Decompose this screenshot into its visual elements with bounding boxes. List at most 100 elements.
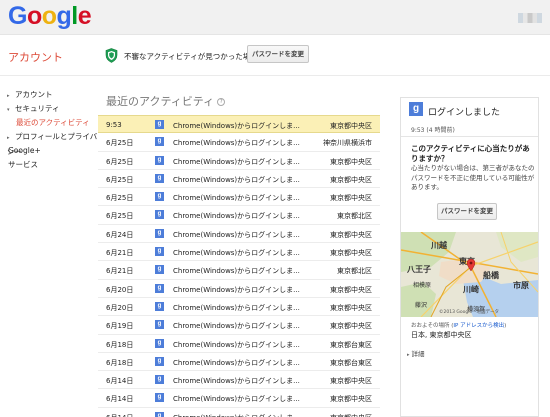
activity-location: 東京都台東区 (330, 340, 372, 349)
help-icon[interactable]: ? (217, 98, 226, 106)
activity-description: Chrome(Windows)からログインしま... (173, 322, 300, 331)
activity-location: 東京都中央区 (330, 377, 372, 386)
activity-description: Chrome(Windows)からログインしま... (173, 377, 300, 386)
activity-date: 6月20日 (106, 285, 134, 294)
map-pin-icon (467, 259, 475, 271)
activity-location: 東京都中央区 (330, 175, 372, 184)
sidebar-item-recent-activity[interactable]: 最近のアクティビティ (0, 116, 100, 130)
details-label: 詳細 (411, 350, 425, 358)
google-g-icon: g (155, 320, 164, 330)
table-row[interactable]: 6月25日 g Chrome(Windows)からログインしま... 東京都中央区 (98, 188, 380, 207)
activity-description: Chrome(Windows)からログインしま... (173, 212, 300, 221)
activity-detail-panel: g ログインしました 9:53 (4 時間前) このアクティビティに心当たりがあ… (400, 97, 539, 417)
table-row[interactable]: 6月24日 g Chrome(Windows)からログインしま... 東京都中央区 (98, 225, 380, 244)
activity-date: 6月24日 (106, 230, 134, 239)
google-g-icon: g (155, 192, 164, 202)
google-g-icon: g (155, 228, 164, 238)
activity-description: Chrome(Windows)からログインしま... (173, 303, 300, 312)
activity-table: 9:53 g Chrome(Windows)からログインしま... 東京都中央区 6月2… (98, 115, 380, 417)
activity-date: 6月25日 (106, 212, 134, 221)
activity-date: 6月21日 (106, 249, 134, 258)
sidebar-item-security[interactable]: ▾ セキュリティ (0, 102, 100, 116)
panel-time: 9:53 (4 時間前) (411, 127, 455, 134)
google-g-icon: g (155, 283, 164, 293)
table-row[interactable]: 6月25日 g Chrome(Windows)からログインしま... 神奈川県横浜市 (98, 133, 380, 152)
map-label: 市原 (513, 281, 529, 290)
google-g-icon: g (409, 102, 423, 116)
activity-location: 東京都中央区 (330, 194, 372, 203)
activity-description: Chrome(Windows)からログインしま... (173, 267, 300, 276)
activity-description: Chrome(Windows)からログインしま... (173, 175, 300, 184)
ip-address-link[interactable]: IP アドレスから検出 (453, 323, 504, 329)
approx-suffix: ) (504, 323, 507, 329)
location-map[interactable]: 川越 東京 八王子 船橋 市原 相模原 川崎 藤沢 横須賀 ©2013 Goog… (401, 232, 538, 317)
table-row[interactable]: 6月14日 g Chrome(Windows)からログインしま... 東京都中央区 (98, 371, 380, 390)
sidebar-item-profile-privacy[interactable]: ▸ プロフィールとプライバシー (0, 130, 100, 156)
change-password-button[interactable]: パスワードを変更 (247, 45, 309, 63)
table-row[interactable]: 6月18日 g Chrome(Windows)からログインしま... 東京都台東区 (98, 335, 380, 353)
table-row[interactable]: 6月14日 g Chrome(Windows)からログインしま... 東京都中央区 (98, 408, 380, 417)
table-row[interactable]: 6月21日 g Chrome(Windows)からログインしま... 東京都中央区 (98, 243, 380, 262)
chevron-down-icon: ▾ (7, 107, 10, 113)
activity-date: 6月19日 (106, 322, 134, 331)
section-title: 最近のアクティビティ? (106, 93, 226, 109)
table-row[interactable]: 6月20日 g Chrome(Windows)からログインしま... 東京都中央区 (98, 280, 380, 298)
table-row[interactable]: 6月14日 g Chrome(Windows)からログインしま... 東京都中央区 (98, 389, 380, 408)
question-body: 心当たりがない場合は、第三者があなたのパスワードを不正に使用している可能性があり… (411, 164, 535, 191)
table-row[interactable]: 6月21日 g Chrome(Windows)からログインしま... 東京都北区 (98, 261, 380, 280)
chevron-right-icon: ▸ (7, 93, 10, 99)
activity-location: 東京都北区 (337, 212, 372, 221)
activity-description: Chrome(Windows)からログインしま... (173, 413, 300, 417)
map-label: 川越 (431, 241, 447, 250)
divider (401, 136, 538, 137)
question-heading: このアクティビティに心当たりがありますか？ (411, 144, 530, 163)
google-g-icon: g (155, 301, 164, 311)
activity-date: 6月21日 (106, 267, 134, 276)
activity-location: 東京都中央区 (330, 285, 372, 294)
table-row[interactable]: 6月25日 g Chrome(Windows)からログインしま... 東京都中央区 (98, 170, 380, 189)
activity-description: Chrome(Windows)からログインしま... (173, 395, 300, 404)
table-row[interactable]: 6月20日 g Chrome(Windows)からログインしま... 東京都中央区 (98, 298, 380, 317)
logo-letter: G (8, 2, 27, 30)
google-g-icon: g (155, 120, 164, 129)
activity-location: 神奈川県横浜市 (323, 139, 372, 148)
chevron-right-icon: ▸ (7, 135, 10, 141)
sidebar-item-services[interactable]: サービス (0, 158, 100, 172)
map-copyright: ©2013 Google · 地図データ (439, 310, 500, 315)
change-password-button[interactable]: パスワードを変更 (437, 203, 497, 220)
sidebar-item-label: セキュリティ (15, 104, 60, 113)
activity-description: Chrome(Windows)からログインしま... (173, 285, 300, 294)
map-label: 川崎 (463, 285, 479, 294)
sidebar-item-google-plus[interactable]: Google+ (0, 144, 100, 158)
map-label: 八王子 (407, 265, 431, 274)
table-row[interactable]: 6月25日 g Chrome(Windows)からログインしま... 東京都中央区 (98, 152, 380, 170)
sidebar-nav: ▸ アカウント ▾ セキュリティ 最近のアクティビティ ▸ プロフィールとプライバシー… (0, 88, 100, 172)
activity-location: 東京都北区 (337, 267, 372, 276)
activity-date: 6月25日 (106, 194, 134, 203)
activity-date: 6月25日 (106, 175, 134, 184)
table-row[interactable]: 6月19日 g Chrome(Windows)からログインしま... 東京都中央区 (98, 316, 380, 335)
shield-icon (105, 48, 118, 63)
activity-location: 東京都中央区 (330, 322, 372, 331)
activity-date: 6月18日 (106, 358, 134, 367)
table-row[interactable]: 9:53 g Chrome(Windows)からログインしま... 東京都中央区 (98, 115, 380, 134)
logo-letter: e (77, 2, 92, 30)
profile-avatar[interactable] (518, 13, 542, 23)
activity-location: 東京都中央区 (330, 249, 372, 258)
details-toggle[interactable]: ▸ 詳細 (407, 348, 425, 358)
table-row[interactable]: 6月18日 g Chrome(Windows)からログインしま... 東京都台東区 (98, 353, 380, 372)
approx-location: おおよその場所 (IP アドレスから検出) (411, 321, 506, 329)
activity-location: 東京都中央区 (330, 303, 372, 312)
location-name: 日本, 東京都中央区 (411, 331, 472, 339)
google-g-icon: g (155, 265, 164, 275)
google-g-icon: g (155, 338, 164, 348)
table-row[interactable]: 6月25日 g Chrome(Windows)からログインしま... 東京都北区 (98, 206, 380, 225)
google-g-icon: g (155, 375, 164, 385)
activity-date: 6月14日 (106, 395, 134, 404)
chevron-right-icon: ▸ (407, 352, 410, 358)
sidebar-item-account[interactable]: ▸ アカウント (0, 88, 100, 102)
google-g-icon: g (155, 247, 164, 257)
top-bar: Google (0, 0, 550, 35)
google-logo[interactable]: Google (8, 2, 92, 31)
map-label: 藤沢 (415, 302, 428, 309)
